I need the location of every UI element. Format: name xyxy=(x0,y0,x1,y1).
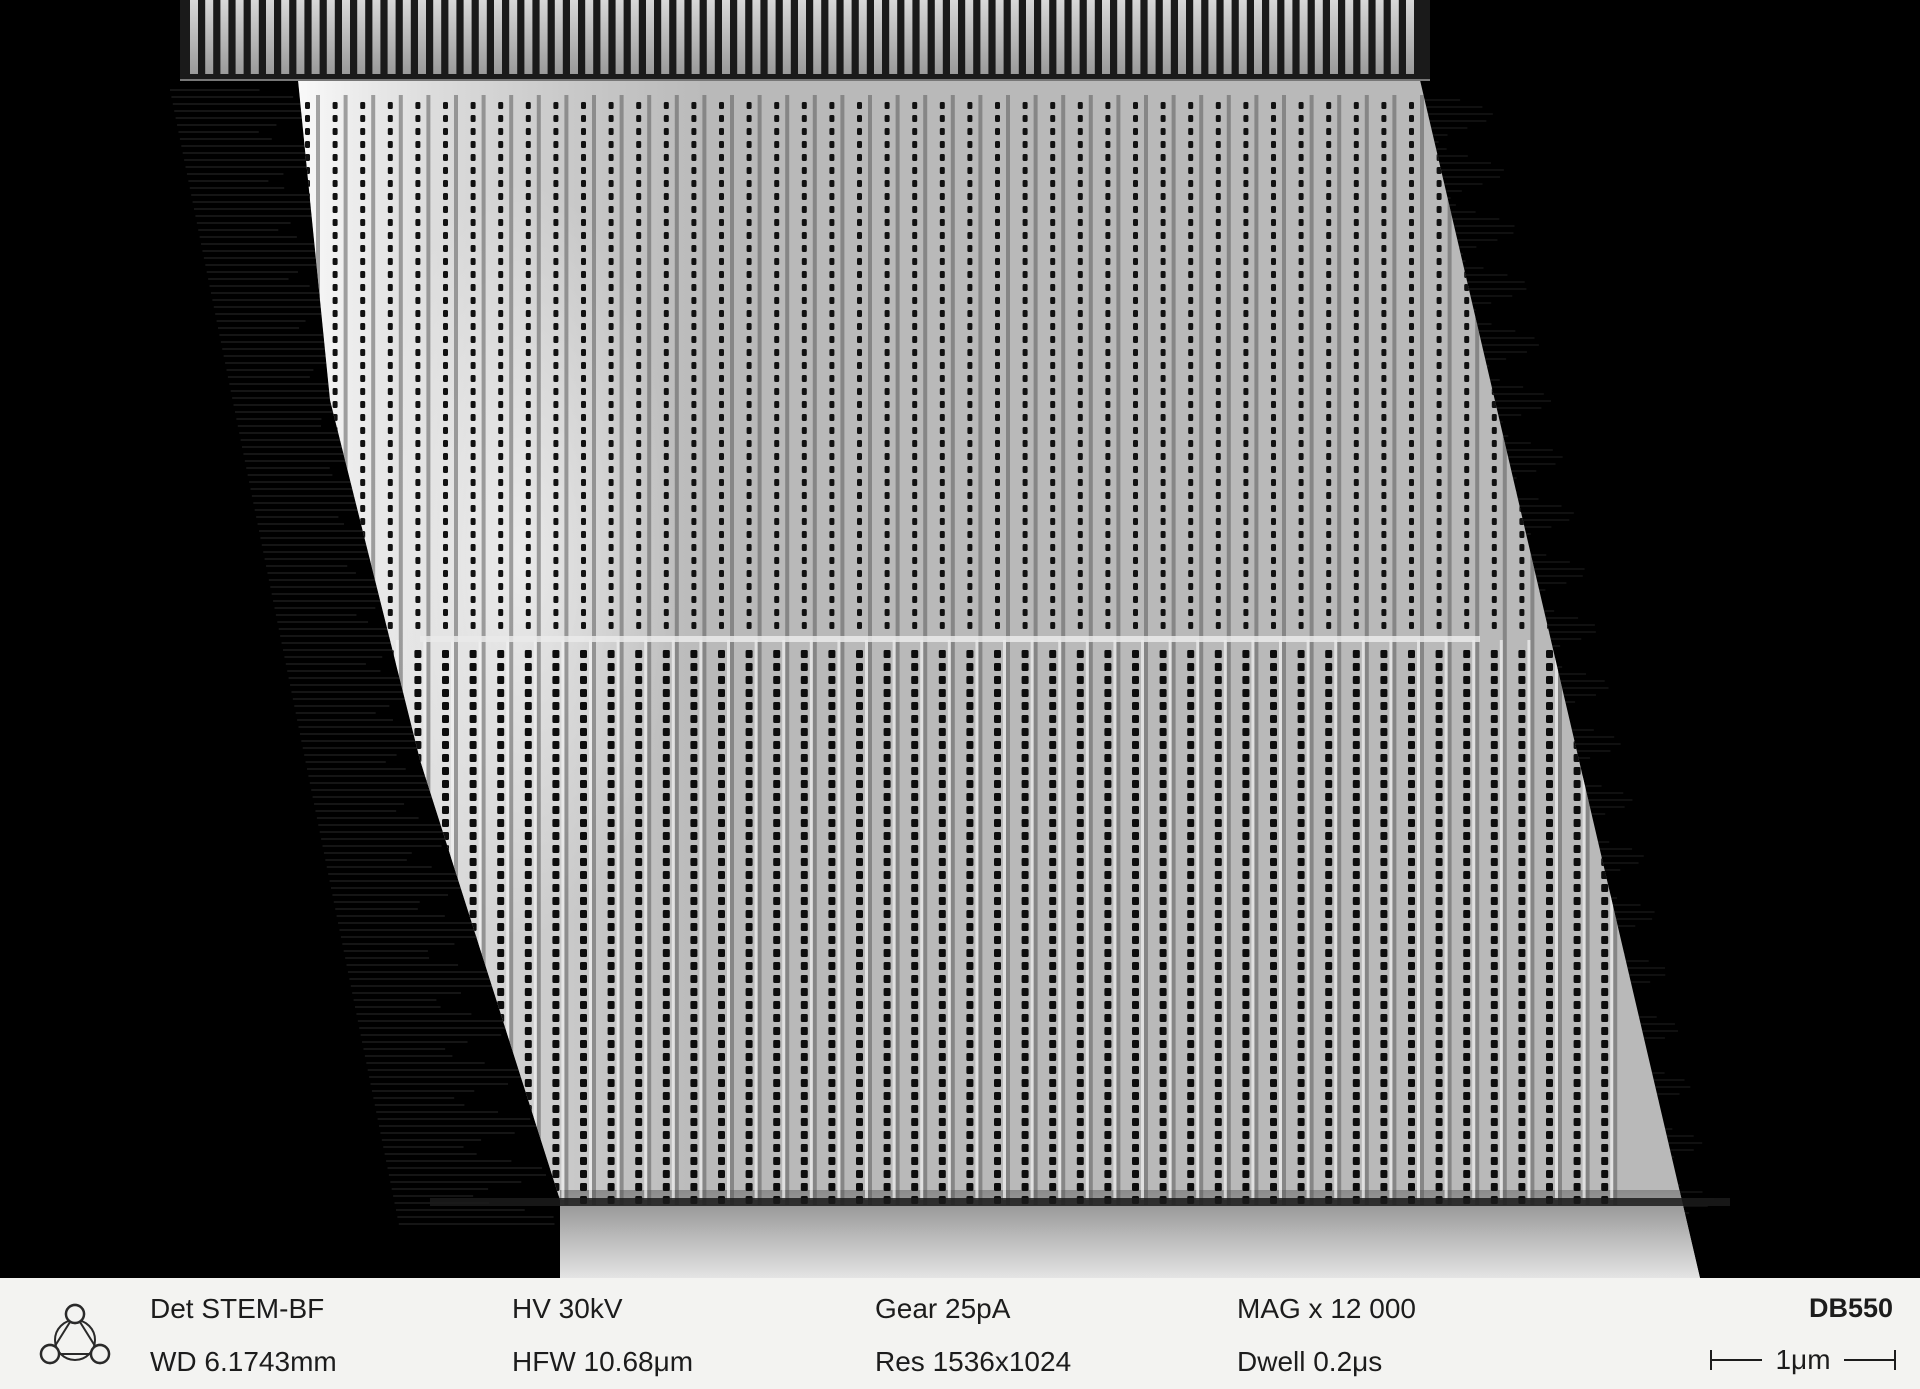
high-voltage-label: HV 30kV xyxy=(512,1293,623,1324)
scale-bar-label: 1μm xyxy=(1775,1344,1831,1375)
top-comb xyxy=(180,0,1430,81)
beam-current-label: Gear 25pA xyxy=(875,1293,1011,1324)
triangle-circles-logo-icon xyxy=(39,1303,111,1365)
mid-seam xyxy=(420,636,1480,642)
bottom-band xyxy=(430,1198,1730,1206)
horizontal-field-width-label: HFW 10.68μm xyxy=(512,1346,694,1377)
scale-bar: 1μm xyxy=(1710,1344,1896,1376)
working-distance-label: WD 6.1743mm xyxy=(150,1346,337,1377)
scale-bar-line-right xyxy=(1844,1359,1896,1361)
magnification-label: MAG x 12 000 xyxy=(1237,1293,1416,1324)
info-databar: Det STEM-BF WD 6.1743mm HV 30kV HFW 10.6… xyxy=(0,1278,1920,1389)
resolution-label: Res 1536x1024 xyxy=(875,1346,1072,1377)
sem-viewer: Det STEM-BF WD 6.1743mm HV 30kV HFW 10.6… xyxy=(0,0,1920,1389)
micrograph-image xyxy=(0,0,1920,1278)
detector-label: Det STEM-BF xyxy=(150,1293,325,1324)
stem-bf-micrograph xyxy=(0,0,1920,1278)
instrument-id-label: DB550 xyxy=(1808,1293,1893,1323)
dwell-time-label: Dwell 0.2μs xyxy=(1237,1346,1383,1377)
scale-bar-line-left xyxy=(1710,1359,1762,1361)
scale-bar-tick-right xyxy=(1894,1350,1896,1370)
